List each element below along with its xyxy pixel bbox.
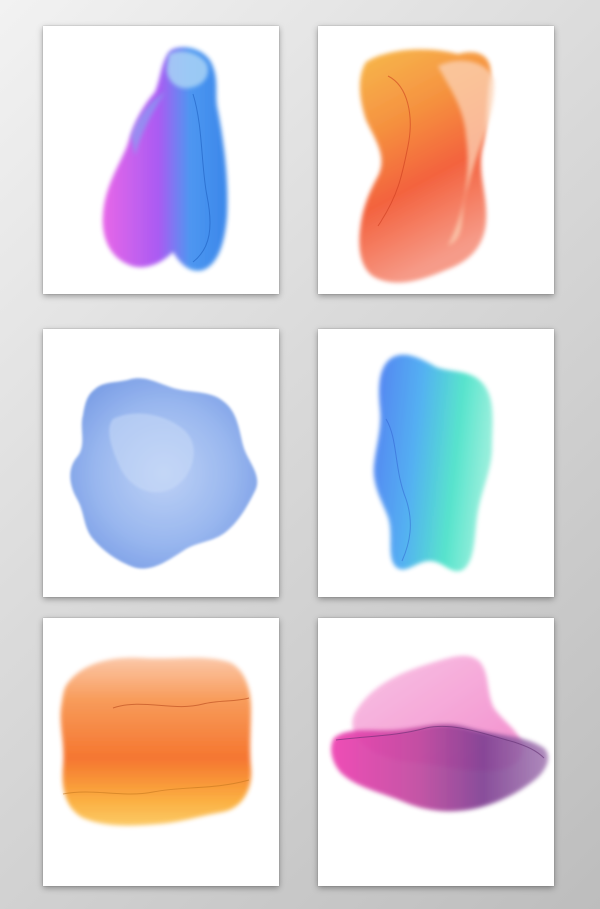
- watercolor-card-orange-red[interactable]: [318, 26, 554, 294]
- watercolor-card-pink-purple[interactable]: [318, 618, 554, 886]
- watercolor-splash-blue: [70, 378, 258, 569]
- watercolor-splash-orange-red: [359, 49, 495, 283]
- watercolor-splash-pink-purple: [331, 655, 549, 812]
- gallery-page: { "cards": [ {"id": "purple-blue-splash"…: [0, 0, 600, 909]
- watercolor-splash-purple-blue: [102, 47, 228, 271]
- watercolor-card-orange-yellow[interactable]: [43, 618, 279, 886]
- watercolor-splash-blue-teal: [373, 354, 493, 572]
- watercolor-card-blue[interactable]: [43, 329, 279, 597]
- watercolor-card-blue-teal[interactable]: [318, 329, 554, 597]
- watercolor-card-purple-blue[interactable]: [43, 26, 279, 294]
- watercolor-splash-orange-yellow: [60, 657, 252, 826]
